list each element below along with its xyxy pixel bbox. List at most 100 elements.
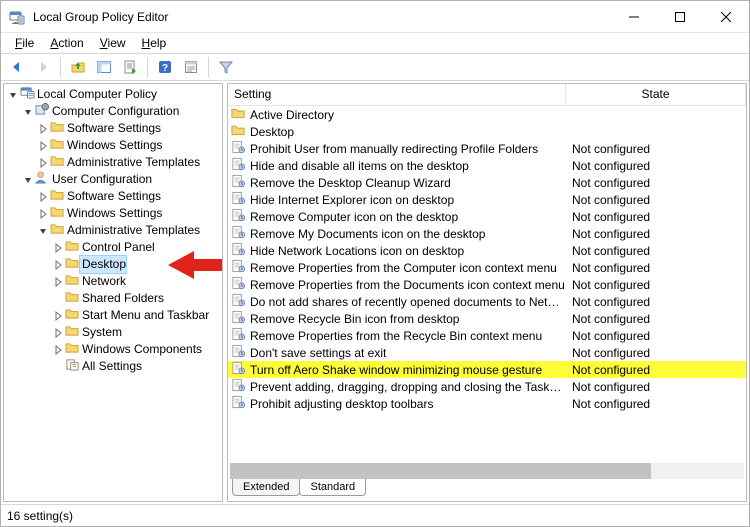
column-state[interactable]: State — [566, 84, 746, 105]
show-hide-tree-button[interactable] — [92, 56, 116, 78]
column-setting[interactable]: Setting — [228, 84, 566, 105]
menu-file[interactable]: File — [9, 36, 40, 50]
properties-button[interactable] — [179, 56, 203, 78]
expand-icon[interactable] — [51, 345, 65, 355]
collapse-icon[interactable] — [21, 107, 35, 117]
policy-icon — [231, 259, 246, 276]
state-label: Not configured — [566, 244, 746, 258]
expand-icon[interactable] — [51, 328, 65, 338]
expand-icon[interactable] — [36, 158, 50, 168]
tab-standard[interactable]: Standard — [299, 479, 366, 496]
folder-icon — [65, 256, 80, 274]
list-row[interactable]: Remove Properties from the Recycle Bin c… — [228, 327, 746, 344]
export-list-button[interactable] — [118, 56, 142, 78]
list-row[interactable]: Remove the Desktop Cleanup WizardNot con… — [228, 174, 746, 191]
list-row[interactable]: Prevent adding, dragging, dropping and c… — [228, 378, 746, 395]
tree-item-label: Start Menu and Taskbar — [80, 307, 209, 324]
state-label: Not configured — [566, 142, 746, 156]
list-row[interactable]: Hide and disable all items on the deskto… — [228, 157, 746, 174]
list-row[interactable]: Remove Computer icon on the desktopNot c… — [228, 208, 746, 225]
list-panel: Setting State Active DirectoryDesktop Pro… — [227, 83, 747, 502]
setting-label: Remove Properties from the Computer icon… — [246, 261, 557, 275]
list-row[interactable]: Hide Internet Explorer icon on desktopNo… — [228, 191, 746, 208]
tree-item[interactable]: Software Settings — [6, 188, 220, 205]
list-row[interactable]: Prohibit User from manually redirecting … — [228, 140, 746, 157]
setting-label: Hide and disable all items on the deskto… — [246, 159, 469, 173]
toolbar-separator — [208, 57, 209, 77]
tree-item-label: Shared Folders — [80, 290, 164, 307]
minimize-button[interactable] — [611, 1, 657, 33]
back-button[interactable] — [5, 56, 29, 78]
nav-tree[interactable]: Local Computer PolicyComputer Configurat… — [6, 86, 220, 375]
setting-label: Turn off Aero Shake window minimizing mo… — [246, 363, 542, 377]
state-label: Not configured — [566, 193, 746, 207]
menu-action[interactable]: Action — [44, 36, 89, 50]
expand-icon[interactable] — [51, 243, 65, 253]
list-row[interactable]: Remove Recycle Bin icon from desktopNot … — [228, 310, 746, 327]
tree-item[interactable]: Network — [6, 273, 220, 290]
tree-item[interactable]: Windows Settings — [6, 205, 220, 222]
folder-icon — [65, 341, 80, 359]
tree-item-label: Administrative Templates — [65, 154, 200, 171]
expand-icon[interactable] — [36, 141, 50, 151]
folder-icon — [65, 324, 80, 342]
list-row[interactable]: Active Directory — [228, 106, 746, 123]
list-row[interactable]: Remove Properties from the Computer icon… — [228, 259, 746, 276]
tree-item[interactable]: Desktop — [6, 256, 220, 273]
tab-extended[interactable]: Extended — [232, 479, 300, 496]
list-row[interactable]: Do not add shares of recently opened doc… — [228, 293, 746, 310]
state-label: Not configured — [566, 261, 746, 275]
folder-icon — [231, 123, 246, 140]
close-button[interactable] — [703, 1, 749, 33]
expand-icon[interactable] — [51, 260, 65, 270]
tree-item[interactable]: System — [6, 324, 220, 341]
list-row[interactable]: Turn off Aero Shake window minimizing mo… — [228, 361, 746, 378]
setting-label: Prohibit User from manually redirecting … — [246, 142, 538, 156]
expand-icon[interactable] — [36, 192, 50, 202]
maximize-button[interactable] — [657, 1, 703, 33]
expand-icon[interactable] — [36, 124, 50, 134]
expand-icon[interactable] — [36, 209, 50, 219]
tree-item[interactable]: Control Panel — [6, 239, 220, 256]
setting-label: Prohibit adjusting desktop toolbars — [246, 397, 433, 411]
list-row[interactable]: Prohibit adjusting desktop toolbarsNot c… — [228, 395, 746, 412]
folder-icon — [65, 239, 80, 257]
forward-button[interactable] — [31, 56, 55, 78]
tree-item[interactable]: User Configuration — [6, 171, 220, 188]
tree-item[interactable]: Administrative Templates — [6, 222, 220, 239]
tree-item[interactable]: Administrative Templates — [6, 154, 220, 171]
list-row[interactable]: Don't save settings at exitNot configure… — [228, 344, 746, 361]
expand-icon[interactable] — [51, 277, 65, 287]
tree-item-label: Windows Settings — [65, 205, 162, 222]
menu-view[interactable]: View — [94, 36, 132, 50]
tree-item-label: Network — [80, 273, 126, 290]
tree-item[interactable]: Windows Settings — [6, 137, 220, 154]
tree-item-label: Administrative Templates — [65, 222, 200, 239]
list-row[interactable]: Desktop — [228, 123, 746, 140]
horizontal-scrollbar[interactable] — [230, 463, 744, 479]
tree-item[interactable]: All Settings — [6, 358, 220, 375]
scrollbar-thumb[interactable] — [230, 463, 651, 479]
list-row[interactable]: Hide Network Locations icon on desktopNo… — [228, 242, 746, 259]
collapse-icon[interactable] — [6, 90, 20, 100]
tree-item[interactable]: Start Menu and Taskbar — [6, 307, 220, 324]
expand-icon[interactable] — [51, 311, 65, 321]
collapse-icon[interactable] — [21, 175, 35, 185]
filter-button[interactable] — [214, 56, 238, 78]
state-label: Not configured — [566, 346, 746, 360]
help-button[interactable]: ? — [153, 56, 177, 78]
menu-help[interactable]: Help — [136, 36, 173, 50]
collapse-icon[interactable] — [36, 226, 50, 236]
state-label: Not configured — [566, 159, 746, 173]
policy-icon — [231, 378, 246, 395]
list-row[interactable]: Remove Properties from the Documents ico… — [228, 276, 746, 293]
tree-item[interactable]: Software Settings — [6, 120, 220, 137]
list-body[interactable]: Active DirectoryDesktop Prohibit User fro… — [228, 106, 746, 459]
tree-item[interactable]: Computer Configuration — [6, 103, 220, 120]
tree-item[interactable]: Shared Folders — [6, 290, 220, 307]
toolbar-separator — [60, 57, 61, 77]
tree-item[interactable]: Local Computer Policy — [6, 86, 220, 103]
tree-item[interactable]: Windows Components — [6, 341, 220, 358]
list-row[interactable]: Remove My Documents icon on the desktopN… — [228, 225, 746, 242]
up-button[interactable] — [66, 56, 90, 78]
